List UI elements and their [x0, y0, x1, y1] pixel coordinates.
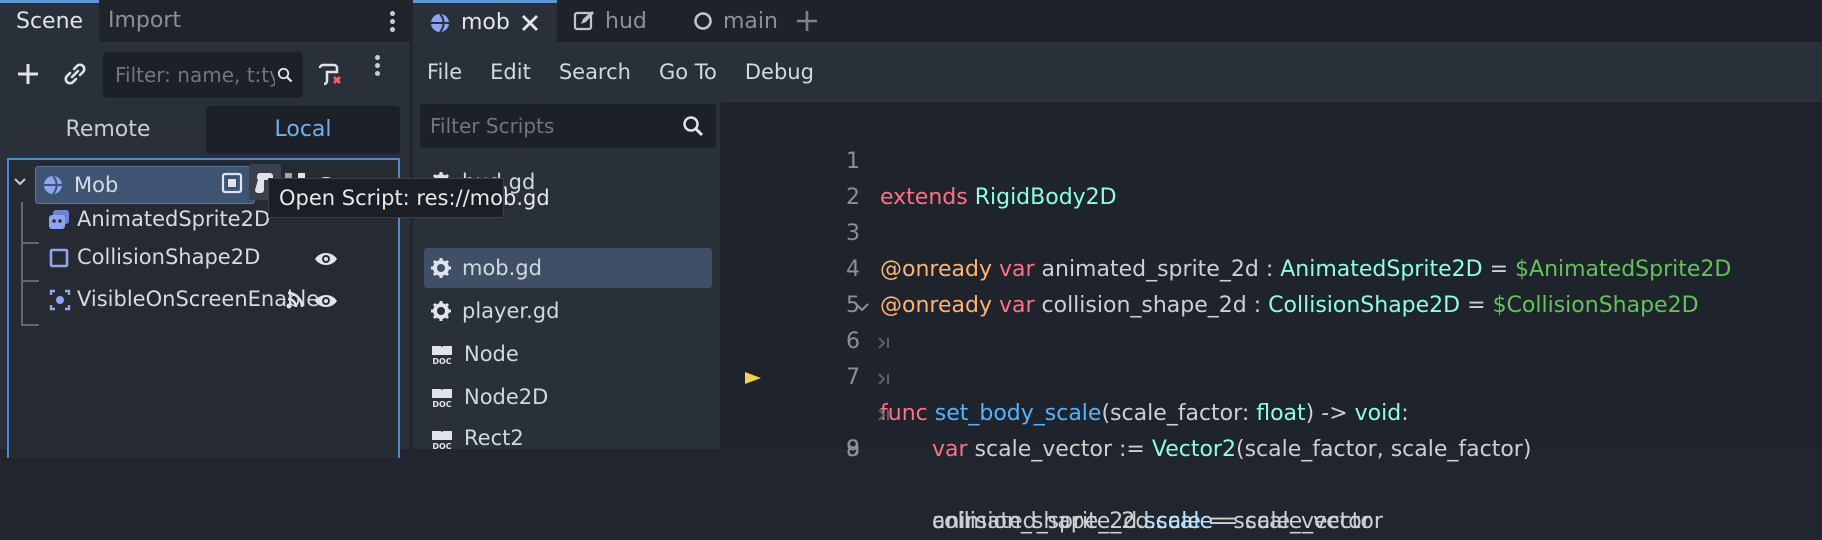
svg-text:DOC: DOC	[432, 442, 451, 449]
script-item-label: Rect2	[464, 426, 524, 449]
menu-debug[interactable]: Debug	[731, 42, 828, 102]
unique-name-icon[interactable]	[221, 172, 243, 194]
code-line: 5	[724, 252, 1822, 318]
scene-menu-icon[interactable]	[375, 52, 381, 79]
dock-menu-icon[interactable]	[390, 8, 396, 35]
chevron-down-icon[interactable]	[12, 174, 28, 190]
code-line: 7 var scale_vector := Vector2(scale_fact…	[724, 324, 1822, 462]
tree-item-visibleonscreenenabler[interactable]: VisibleOnScreenEnable	[9, 280, 398, 320]
detach-script-button[interactable]	[310, 54, 350, 94]
code-line: 10	[724, 432, 1822, 449]
signal-icon[interactable]	[285, 290, 305, 310]
code-line: 3 @onready var animated_sprite_2d : Anim…	[724, 180, 1822, 282]
node-filter-field[interactable]	[103, 52, 303, 98]
script-item-player[interactable]: player.gd	[424, 291, 712, 331]
doc-icon: DOC	[432, 431, 452, 449]
script-item-label: mob.gd	[462, 256, 542, 280]
fold-chevron-icon[interactable]	[854, 300, 870, 314]
search-icon	[683, 116, 704, 137]
script-item-node[interactable]: DOC Node	[424, 334, 712, 374]
add-node-button[interactable]	[8, 54, 48, 94]
add-tab-button[interactable]	[787, 0, 827, 42]
script-item-rect2[interactable]: DOC Rect2	[424, 420, 712, 449]
tab-scene[interactable]: Scene	[0, 0, 100, 42]
tab-indent-icon	[878, 409, 889, 421]
script-item-mob[interactable]: mob.gd	[424, 248, 712, 288]
plus-icon	[18, 64, 38, 84]
gear-icon	[431, 301, 451, 321]
plus-icon	[797, 11, 817, 31]
node2d-icon	[431, 12, 449, 33]
tree-item-label: VisibleOnScreenEnable	[77, 287, 320, 311]
local-tab[interactable]: Local	[206, 106, 400, 154]
eye-icon[interactable]	[314, 248, 338, 270]
eye-icon[interactable]	[314, 290, 338, 312]
code-line: 8 animated_sprite_2d.scale = scale_vecto…	[724, 360, 1822, 534]
close-icon[interactable]	[520, 13, 540, 33]
script-remove-icon	[318, 63, 341, 86]
node-circle-icon	[694, 12, 712, 30]
script-filter-input[interactable]	[428, 113, 682, 139]
script-item-label: Node2D	[464, 385, 549, 409]
instantiate-scene-button[interactable]	[55, 54, 95, 94]
menu-search[interactable]: Search	[545, 42, 645, 102]
editor-tab-mob[interactable]: mob	[413, 0, 557, 42]
script-item-label: Node	[464, 342, 519, 366]
execution-pointer-icon	[745, 372, 761, 384]
editor-tab-label: main	[723, 8, 778, 34]
tree-item-label: AnimatedSprite2D	[77, 207, 271, 231]
svg-text:DOC: DOC	[432, 357, 451, 365]
script-filter-field[interactable]	[420, 104, 716, 148]
tree-item-label: Mob	[74, 173, 119, 197]
script-item-label: player.gd	[462, 299, 560, 323]
doc-icon: DOC	[432, 346, 452, 365]
scene-dock-tabs: Scene Import	[0, 0, 410, 42]
script-menu-bar: File Edit Search Go To Debug	[413, 42, 1822, 102]
node-filter-input[interactable]	[113, 62, 277, 88]
menu-edit[interactable]: Edit	[476, 42, 545, 102]
edit-icon	[573, 11, 594, 31]
search-icon	[277, 67, 293, 83]
code-line: 2	[724, 144, 1822, 210]
open-script-tooltip: Open Script: res://mob.gd	[268, 178, 550, 218]
code-line: 1 extends RigidBody2D	[724, 108, 1822, 210]
code-line: 9 collision_shape_2d.scale = scale_vecto…	[724, 396, 1822, 534]
remote-tab[interactable]: Remote	[10, 106, 206, 154]
node2d-icon	[44, 175, 62, 195]
animated-sprite-icon	[49, 210, 69, 229]
menu-file[interactable]: File	[413, 42, 476, 102]
svg-text:DOC: DOC	[432, 400, 451, 408]
tab-indent-icon	[878, 373, 889, 385]
gear-icon	[431, 258, 451, 278]
editor-tab-label: hud	[605, 8, 647, 34]
doc-icon: DOC	[432, 389, 452, 408]
tree-item-collisionshape2d[interactable]: CollisionShape2D	[9, 238, 398, 278]
tree-item-label: CollisionShape2D	[77, 245, 261, 269]
code-line: 6 func set_body_scale(scale_factor: floa…	[724, 288, 1822, 426]
menu-goto[interactable]: Go To	[645, 42, 731, 102]
code-line: 4 @onready var collision_shape_2d : Coll…	[724, 216, 1822, 318]
script-item-node2d[interactable]: DOC Node2D	[424, 377, 712, 417]
editor-tab-label: mob	[461, 10, 510, 35]
visible-on-screen-icon	[49, 289, 71, 311]
collision-shape-icon	[49, 248, 69, 268]
tab-import[interactable]: Import	[92, 0, 197, 42]
link-icon	[64, 63, 86, 85]
tab-indent-icon	[878, 337, 889, 349]
